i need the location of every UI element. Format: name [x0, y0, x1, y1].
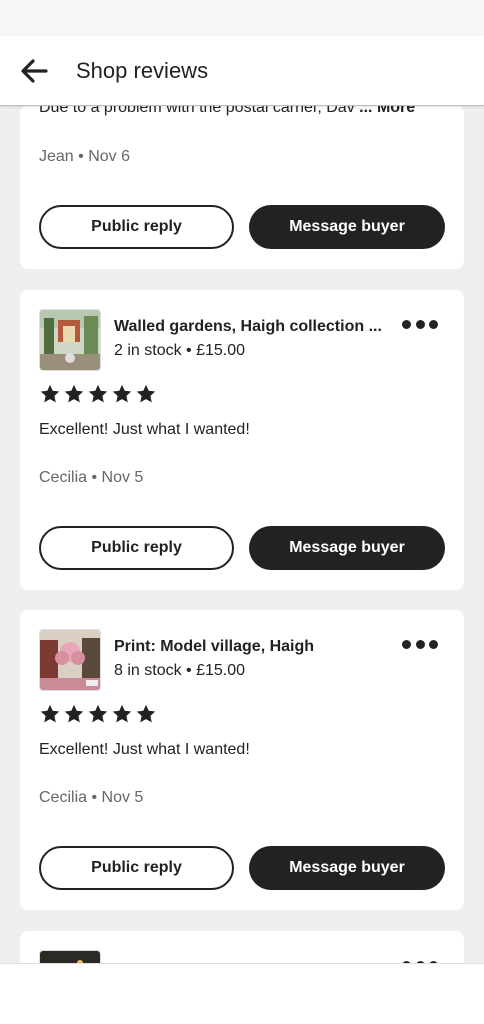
review-actions: Public reply Message buyer	[20, 205, 464, 249]
review-text: Excellent! Just what I wanted!	[39, 741, 250, 758]
more-options-icon	[402, 639, 411, 649]
review-card: Due to a problem with the postal carrier…	[20, 105, 464, 269]
star-icon	[64, 704, 84, 723]
item-title[interactable]: Print: Model village, Haigh	[114, 638, 314, 656]
public-reply-button[interactable]: Public reply	[39, 846, 234, 890]
review-card: Print: Model village, Haigh 8 in stock •…	[20, 610, 464, 910]
public-reply-button[interactable]: Public reply	[39, 205, 234, 249]
star-icon	[136, 704, 156, 723]
item-image	[40, 310, 100, 370]
item-title[interactable]: Walled gardens, Haigh collection ...	[114, 318, 382, 336]
star-icon	[40, 704, 60, 723]
status-bar	[0, 0, 484, 36]
star-icon	[88, 704, 108, 723]
review-author-date: Jean • Nov 6	[39, 148, 130, 165]
review-actions: Public reply Message buyer	[20, 526, 464, 570]
item-image	[40, 630, 100, 690]
message-buyer-button[interactable]: Message buyer	[249, 846, 445, 890]
bottom-area	[0, 963, 484, 1024]
item-stock-price: 2 in stock • £15.00	[114, 342, 246, 359]
star-rating	[39, 703, 157, 725]
star-rating	[39, 383, 157, 405]
star-icon	[88, 384, 108, 403]
more-options-icon	[402, 319, 411, 329]
more-options-button[interactable]	[402, 316, 438, 332]
review-actions: Public reply Message buyer	[20, 846, 464, 890]
review-text: Excellent! Just what I wanted!	[39, 421, 250, 438]
item-thumbnail[interactable]	[39, 309, 101, 371]
message-buyer-button[interactable]: Message buyer	[249, 205, 445, 249]
review-author-date: Cecilia • Nov 5	[39, 469, 144, 486]
page-title: Shop reviews	[76, 58, 209, 83]
item-thumbnail[interactable]	[39, 629, 101, 691]
message-buyer-button[interactable]: Message buyer	[249, 526, 445, 570]
more-link[interactable]: ... More	[359, 105, 415, 116]
top-app-bar: Shop reviews	[0, 36, 484, 106]
star-icon	[112, 384, 132, 403]
arrow-left-icon	[21, 59, 48, 83]
review-author-date: Cecilia • Nov 5	[39, 789, 144, 806]
star-icon	[136, 384, 156, 403]
item-stock-price: 8 in stock • £15.00	[114, 662, 246, 679]
star-icon	[112, 704, 132, 723]
review-card: Walled gardens, Haigh collection ... 2 i…	[20, 290, 464, 590]
more-options-button[interactable]	[402, 636, 438, 652]
review-text-truncated: Due to a problem with the postal carrier…	[39, 105, 415, 117]
star-icon	[40, 384, 60, 403]
star-icon	[64, 384, 84, 403]
public-reply-button[interactable]: Public reply	[39, 526, 234, 570]
back-button[interactable]	[20, 58, 50, 84]
